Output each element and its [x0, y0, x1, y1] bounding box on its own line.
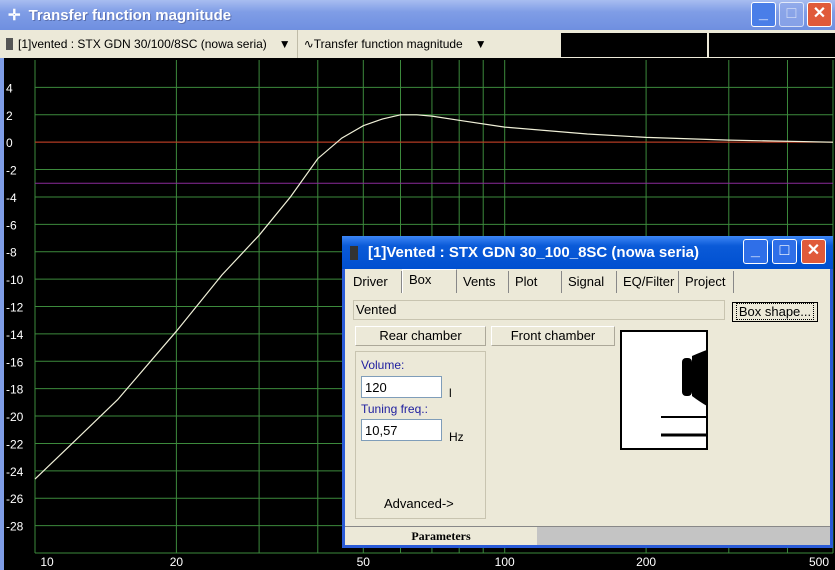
- window-titlebar: ✛ Transfer function magnitude: [0, 0, 835, 30]
- front-chamber-button[interactable]: Front chamber: [491, 326, 615, 346]
- dialog-minimize-button[interactable]: _: [743, 239, 768, 264]
- box-type-field: Vented: [353, 300, 725, 320]
- x-tick-label: 10: [40, 555, 54, 569]
- parameters-tab[interactable]: Parameters: [345, 527, 537, 545]
- readout-box: [561, 33, 707, 57]
- x-tick-label: 20: [170, 555, 184, 569]
- y-tick-label: -18: [6, 383, 24, 397]
- tab-vents[interactable]: Vents: [457, 271, 509, 293]
- y-tick-label: -24: [6, 465, 24, 479]
- project-select[interactable]: [1]vented : STX GDN 30/100/8SC (nowa ser…: [0, 30, 298, 58]
- tuning-unit: Hz: [449, 430, 464, 444]
- tab-eqfilter[interactable]: EQ/Filter: [617, 271, 679, 293]
- box-dialog: [1]Vented : STX GDN 30_100_8SC (nowa ser…: [342, 236, 833, 548]
- y-tick-label: -6: [6, 218, 17, 232]
- tab-plot[interactable]: Plot: [509, 271, 562, 293]
- y-tick-label: -22: [6, 437, 24, 451]
- status-bar: Parameters: [345, 526, 830, 545]
- y-tick-label: -12: [6, 301, 24, 315]
- tab-bar: Driver Box Vents Plot Signal EQ/Filter Project: [345, 269, 830, 293]
- x-tick-label: 200: [636, 555, 656, 569]
- advanced-link[interactable]: Advanced->: [384, 496, 454, 511]
- speaker-icon: [350, 245, 358, 260]
- y-tick-label: 2: [6, 109, 13, 123]
- tab-box[interactable]: Box: [402, 269, 457, 293]
- y-tick-label: -4: [6, 191, 17, 205]
- tuning-input[interactable]: [361, 419, 442, 441]
- y-tick-label: -2: [6, 164, 17, 178]
- y-tick-label: 4: [6, 81, 13, 95]
- x-tick-label: 50: [357, 555, 371, 569]
- volume-label: Volume:: [361, 358, 405, 372]
- dialog-maximize-button[interactable]: □: [772, 239, 797, 264]
- volume-input[interactable]: [361, 376, 442, 398]
- rear-chamber-button[interactable]: Rear chamber: [355, 326, 486, 346]
- y-tick-label: -20: [6, 410, 24, 424]
- y-tick-label: -26: [6, 492, 24, 506]
- close-button[interactable]: ✕: [807, 2, 832, 27]
- readout-box: [709, 33, 835, 57]
- maximize-button[interactable]: □: [779, 2, 804, 27]
- speaker-icon: [6, 38, 13, 50]
- x-tick-label: 100: [495, 555, 515, 569]
- tab-project[interactable]: Project: [679, 271, 734, 293]
- tab-signal[interactable]: Signal: [562, 271, 617, 293]
- chevron-down-icon: ▼: [474, 37, 487, 51]
- x-tick-label: 500: [809, 555, 829, 569]
- y-tick-label: -14: [6, 328, 24, 342]
- y-tick-label: 0: [6, 136, 13, 150]
- dialog-close-button[interactable]: ✕: [801, 239, 826, 264]
- y-tick-label: -8: [6, 246, 17, 260]
- box-shape-diagram: [620, 330, 708, 450]
- window-title: Transfer function magnitude: [28, 6, 232, 24]
- tuning-label: Tuning freq.:: [361, 402, 428, 416]
- y-tick-label: -16: [6, 355, 24, 369]
- y-tick-label: -10: [6, 273, 24, 287]
- y-tick-label: -28: [6, 520, 24, 534]
- plot-select[interactable]: ∿ Transfer function magnitude ▼: [298, 30, 493, 58]
- waveform-icon: ∿: [303, 37, 314, 51]
- box-shape-button[interactable]: Box shape...: [732, 302, 818, 322]
- volume-unit: l: [449, 386, 452, 400]
- tab-driver[interactable]: Driver: [347, 271, 402, 293]
- minimize-button[interactable]: _: [751, 2, 776, 27]
- chevron-down-icon: ▼: [278, 37, 291, 51]
- crosshair-icon: ✛: [8, 7, 21, 24]
